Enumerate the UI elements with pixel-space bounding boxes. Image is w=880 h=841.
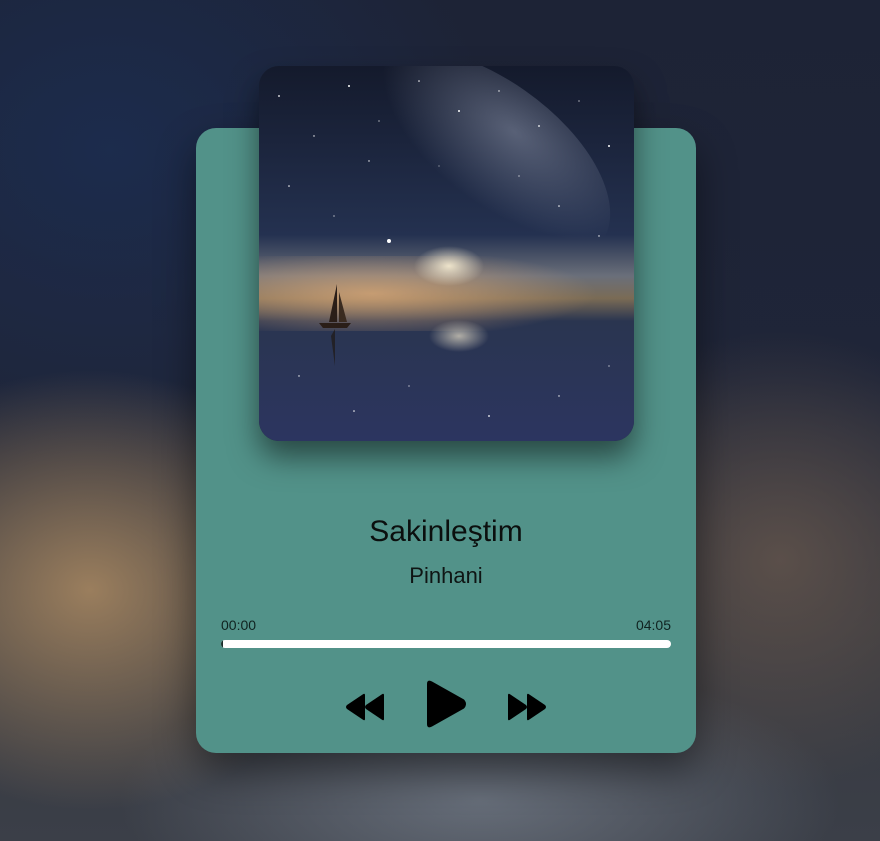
track-title: Sakinleştim <box>369 515 523 548</box>
previous-track-button[interactable] <box>344 690 386 724</box>
progress-bar[interactable] <box>221 640 671 648</box>
album-cover-image <box>259 66 634 441</box>
fast-forward-icon <box>508 693 546 721</box>
rewind-icon <box>346 693 384 721</box>
play-button[interactable] <box>423 678 469 730</box>
next-track-button[interactable] <box>506 690 548 724</box>
play-icon <box>427 680 466 728</box>
current-time: 00:00 <box>221 617 257 633</box>
progress-start-marker <box>221 640 223 648</box>
duration-time: 04:05 <box>635 617 671 633</box>
track-artist: Pinhani <box>409 563 483 588</box>
